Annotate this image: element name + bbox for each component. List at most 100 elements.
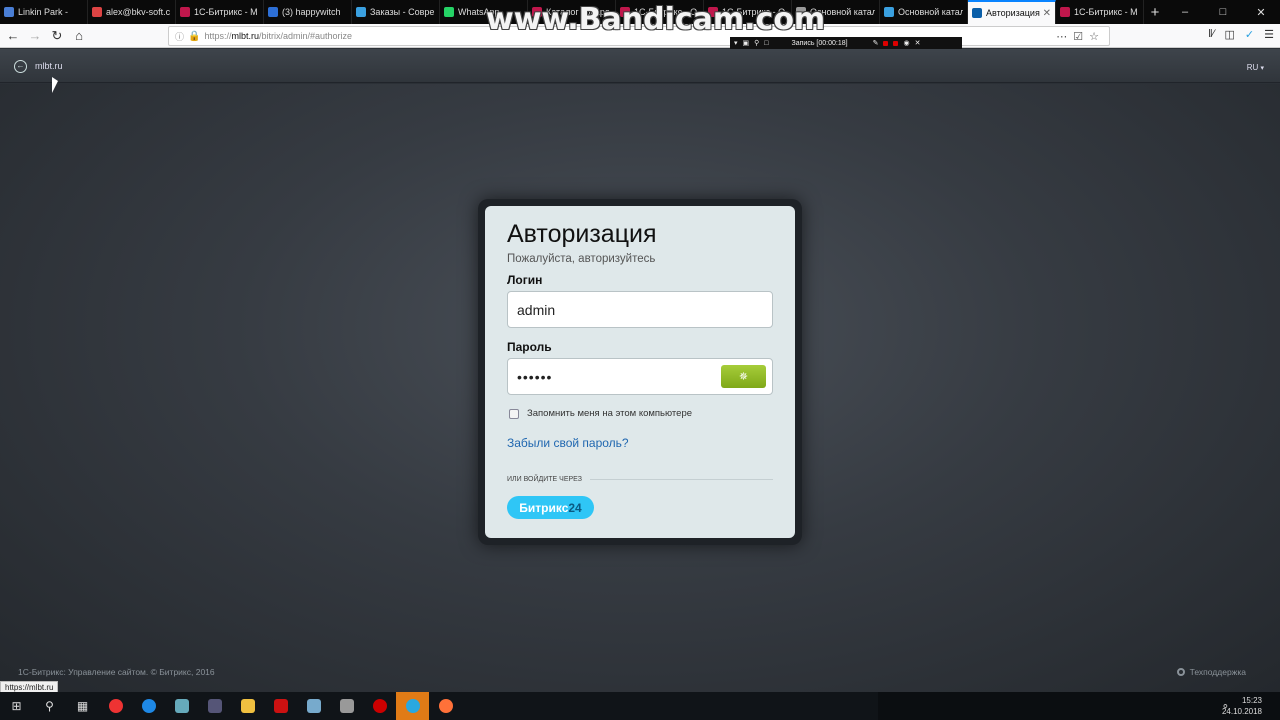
login-input[interactable]: admin xyxy=(507,291,773,328)
recording-toolbar: ▾ ▣ ⚲ □ Запись [00:00:18] ✎ ◉ ✕ xyxy=(730,37,962,49)
favicon-icon xyxy=(884,7,894,17)
bitrix24-text: Битрикс xyxy=(519,500,569,515)
firefox-icon[interactable] xyxy=(429,692,462,720)
forward-icon[interactable]: → xyxy=(24,28,46,43)
library-icon[interactable]: ‖∕ xyxy=(1208,28,1214,41)
browser-tab[interactable]: (3) happywitch xyxy=(264,0,352,24)
alt-login-label: или войдите через xyxy=(507,476,582,483)
sidebar-icon[interactable]: ◫ xyxy=(1225,28,1235,41)
copyright: 1С-Битрикс: Управление сайтом. © Битрикс… xyxy=(18,667,215,677)
file-explorer-icon[interactable] xyxy=(231,692,264,720)
bitrix24-number: 24 xyxy=(568,500,582,515)
browser-tab[interactable]: Основной катал xyxy=(880,0,968,24)
bandicam-watermark: www.Bandicam.com xyxy=(486,2,826,37)
skype-icon[interactable] xyxy=(396,692,429,720)
home-icon[interactable]: ⌂ xyxy=(68,28,90,43)
browser-tab[interactable]: Авторизация ✕ xyxy=(968,0,1056,24)
gear-icon xyxy=(1176,668,1185,676)
task-view-icon[interactable]: ▦ xyxy=(66,692,99,720)
favicon-icon xyxy=(1060,7,1070,17)
close-recorder-icon[interactable]: ✕ xyxy=(915,39,921,47)
login-card: Авторизация Пожалуйста, авторизуйтесь Ло… xyxy=(485,206,795,538)
url-host: mlbt.ru xyxy=(231,31,259,41)
region-icon[interactable]: □ xyxy=(764,40,768,47)
windows-start-icon[interactable]: ⊞ xyxy=(0,692,33,720)
login-label: Логин xyxy=(507,273,543,287)
zoom-icon[interactable]: ⚲ xyxy=(754,39,759,47)
pause-icon[interactable] xyxy=(883,40,889,46)
extension-icon[interactable]: ✓ xyxy=(1245,28,1254,41)
browser-tab[interactable]: 1С-Битрикс - М xyxy=(1056,0,1144,24)
page-subtitle: Пожалуйста, авторизуйтесь xyxy=(507,253,656,265)
close-window-icon[interactable]: ✕ xyxy=(1242,6,1280,19)
new-tab-button[interactable]: + xyxy=(1144,4,1166,21)
url-path: /bitrix/admin/#authorize xyxy=(259,31,353,41)
favicon-icon xyxy=(356,7,366,17)
clock-date: 24.10.2018 xyxy=(1221,707,1262,716)
favicon-icon xyxy=(444,7,454,17)
back-icon[interactable]: ← xyxy=(2,28,24,43)
reload-icon[interactable]: ↻ xyxy=(46,28,68,44)
browser-tab[interactable]: Linkin Park - xyxy=(0,0,88,24)
favicon-icon xyxy=(972,8,982,18)
bitrix24-login-button[interactable]: Битрикс 24 xyxy=(507,496,594,519)
tab-label: alex@bkv-soft.c xyxy=(106,7,171,17)
divider-rule xyxy=(589,479,773,480)
filezilla-icon[interactable] xyxy=(264,692,297,720)
clock[interactable]: 15:23 24.10.2018 xyxy=(1222,695,1262,717)
forgot-password-link[interactable]: Забыли свой пароль? xyxy=(507,436,629,450)
app-icon[interactable] xyxy=(165,692,198,720)
system-tray: ⚬ 15:23 24.10.2018 xyxy=(878,692,1280,720)
tool-icon[interactable] xyxy=(330,692,363,720)
stop-icon[interactable] xyxy=(893,40,899,46)
collapse-icon[interactable]: ▾ xyxy=(734,39,738,47)
page-actions-icon[interactable]: ⋯☑☆ xyxy=(1056,30,1109,43)
remember-me[interactable]: Запомнить меня на этом компьютере xyxy=(509,408,692,419)
minimize-icon[interactable]: – xyxy=(1166,6,1204,19)
loading-spinner-icon: ✵ xyxy=(738,371,749,383)
bandicam-icon[interactable] xyxy=(363,692,396,720)
password-label: Пароль xyxy=(507,340,552,354)
url-scheme: https:// xyxy=(204,31,232,41)
favicon-icon xyxy=(268,7,278,17)
chrome-icon[interactable] xyxy=(99,692,132,720)
browser-tab[interactable]: Заказы - Совре xyxy=(352,0,440,24)
site-link[interactable]: mlbt.ru xyxy=(35,61,63,71)
tab-label: Основной катал xyxy=(898,7,963,17)
info-icon[interactable]: ⓘ xyxy=(175,30,184,43)
browser-tab[interactable]: 1С-Битрикс - М xyxy=(176,0,264,24)
admin-top-bar: ← mlbt.ru RU ▾ xyxy=(0,49,1280,83)
alt-login-divider: или войдите через xyxy=(507,476,773,483)
window-controls: – □ ✕ xyxy=(1166,6,1280,19)
clock-time: 15:23 xyxy=(1241,696,1262,705)
window-icon[interactable]: ▣ xyxy=(743,39,750,47)
recording-timer: Запись [00:00:18] xyxy=(791,39,848,47)
support-label: Техподдержка xyxy=(1189,667,1246,677)
tab-label: 1С-Битрикс - М xyxy=(1074,7,1138,17)
support-link[interactable]: Техподдержка xyxy=(1176,667,1246,677)
submit-button[interactable]: ✵ xyxy=(721,365,766,388)
notepad-icon[interactable] xyxy=(297,692,330,720)
tab-label: Заказы - Совре xyxy=(370,7,435,17)
search-icon[interactable]: ⚲ xyxy=(33,692,66,720)
camera-icon[interactable]: ◉ xyxy=(903,39,909,47)
menu-icon[interactable]: ☰ xyxy=(1264,28,1274,41)
go-to-site-icon[interactable]: ← xyxy=(14,60,27,73)
browser-tab[interactable]: alex@bkv-soft.c xyxy=(88,0,176,24)
remember-checkbox[interactable] xyxy=(509,408,519,419)
network-app-icon[interactable] xyxy=(198,692,231,720)
page-title: Авторизация xyxy=(507,220,657,248)
tab-label: Linkin Park - xyxy=(18,7,69,17)
close-tab-icon[interactable]: ✕ xyxy=(1041,8,1051,19)
edge-icon[interactable] xyxy=(132,692,165,720)
maximize-icon[interactable]: □ xyxy=(1204,6,1242,19)
remember-label: Запомнить меня на этом компьютере xyxy=(527,408,693,419)
favicon-icon xyxy=(4,7,14,17)
tab-label: (3) happywitch xyxy=(282,7,341,17)
favicon-icon xyxy=(180,7,190,17)
pencil-icon[interactable]: ✎ xyxy=(873,39,879,47)
tab-label: 1С-Битрикс - М xyxy=(194,7,258,17)
toolbar-right: ‖∕ ◫ ✓ ☰ xyxy=(1208,28,1274,41)
favicon-icon xyxy=(92,7,102,17)
language-selector[interactable]: RU ▾ xyxy=(1247,63,1264,72)
